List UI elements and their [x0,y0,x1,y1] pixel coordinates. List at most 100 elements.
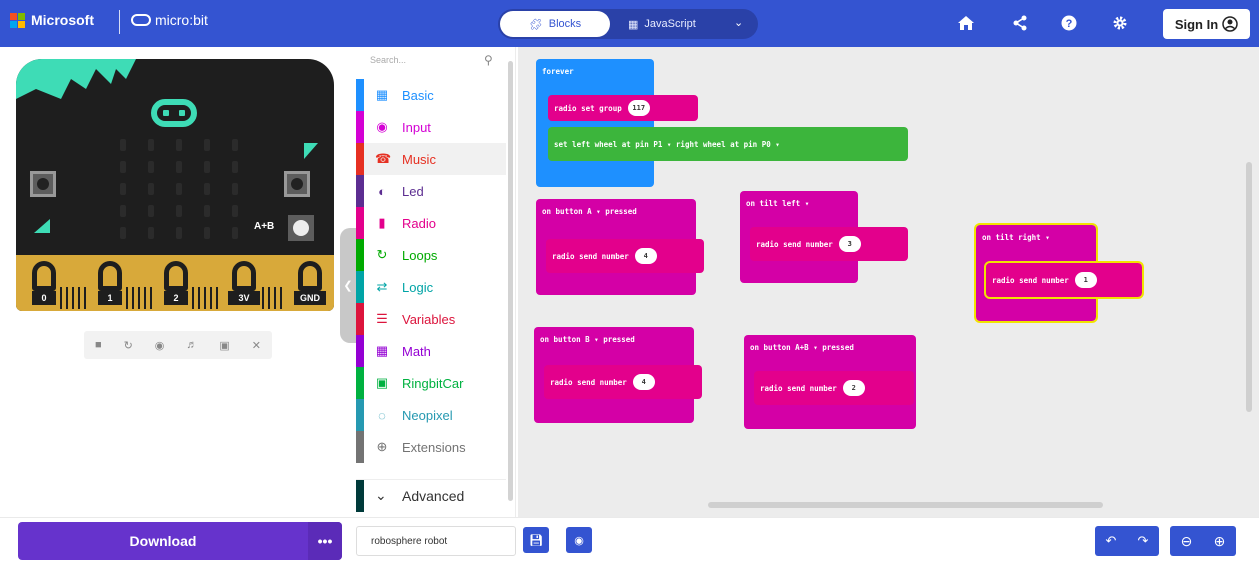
search-icon[interactable]: ⚲ [484,53,493,67]
microbit-simulator[interactable]: A+B 0 1 2 3V GND [16,59,334,311]
radio-send-number-label: radio send number [756,239,833,249]
collapse-simulator-button[interactable]: ❮ [340,228,356,343]
gear-icon[interactable] [1106,9,1134,37]
on-button-b-block[interactable]: on button B ▾ pressed radio send number … [534,327,702,423]
mute-icon[interactable]: ♬ [186,339,197,351]
grid-icon: ▦ [375,87,389,102]
radio-send-number-block[interactable]: radio send number 3 [750,227,908,261]
svg-text:?: ? [1066,18,1073,30]
puzzle-icon: 🧩︎ [528,18,543,31]
more-options-button[interactable]: ••• [308,522,342,560]
category-math[interactable]: ▦ Math [356,335,506,367]
radio-send-number-block[interactable]: radio send number 2 [754,371,914,405]
category-input[interactable]: ◉ Input [356,111,506,143]
button-ab[interactable] [288,215,314,241]
zoom-in-icon[interactable]: ⊕ [1214,533,1226,550]
home-icon[interactable] [952,9,980,37]
zoom-group: ⊖ ⊕ [1170,526,1236,556]
calculator-icon: ▦ [375,343,389,358]
category-label: Music [402,151,436,167]
radio-set-group-label: radio set group [554,103,622,113]
workspace-vertical-scrollbar[interactable] [1246,162,1252,412]
pin-label: 3V [228,291,260,305]
language-dropdown-chevron-icon[interactable]: ⌄ [734,16,743,29]
undo-icon[interactable]: ↶ [1106,533,1117,549]
number-value-field[interactable]: 2 [842,380,865,396]
ring-icon: ◌ [378,407,386,423]
slow-motion-icon[interactable]: ◉ [155,339,165,352]
button-a-indicator-icon [34,219,50,233]
category-neopixel[interactable]: ◌ Neopixel [356,399,506,431]
screenshot-icon[interactable]: ▣ [219,339,229,352]
number-value-field[interactable]: 4 [634,248,657,264]
toolbox-scrollbar[interactable] [508,61,513,501]
save-button[interactable]: 💾︎ [523,527,549,553]
category-extensions[interactable]: ⊕ Extensions [356,431,506,463]
category-variables[interactable]: ☰ Variables [356,303,506,335]
forever-block[interactable]: forever radio set group 117 set left whe… [536,59,908,187]
workspace-horizontal-scrollbar[interactable] [708,502,1103,508]
sign-in-button[interactable]: Sign In [1163,9,1250,39]
category-led[interactable]: ◐ Led [356,175,506,207]
number-value-field[interactable]: 3 [838,236,861,252]
set-wheel-label: set left wheel at pin P1 ▾ right wheel a… [554,139,780,149]
top-bar: Microsoft micro:bit 🧩︎ Blocks ▦ JavaScri… [0,0,1259,47]
tab-blocks[interactable]: 🧩︎ Blocks [500,11,610,37]
category-label: RingbitCar [402,375,464,391]
blocks-workspace[interactable]: forever radio set group 117 set left whe… [518,47,1259,517]
toolbox-search-input[interactable]: Search... [370,55,490,75]
on-button-a-block[interactable]: on button A ▾ pressed radio send number … [536,199,704,295]
category-advanced[interactable]: ⌄ Advanced [356,479,506,512]
download-button[interactable]: Download ••• [18,522,342,560]
brand-name: Microsoft [31,12,94,28]
number-value-field[interactable]: 4 [632,374,655,390]
category-music[interactable]: ☎ Music [356,143,506,175]
category-logic[interactable]: ⇄ Logic [356,271,506,303]
radio-send-number-block[interactable]: radio send number 4 [546,239,704,273]
radio-send-number-block[interactable]: radio send number 4 [544,365,702,399]
on-tilt-right-label: on tilt right ▾ [982,233,1050,242]
help-icon[interactable]: ? [1055,9,1083,37]
signal-icon: ▮ [378,215,386,230]
pin-gnd[interactable] [298,261,322,291]
pin-1[interactable] [98,261,122,291]
redo-icon[interactable]: ↷ [1138,533,1149,549]
on-button-ab-block[interactable]: on button A+B ▾ pressed radio send numbe… [744,335,916,429]
radio-send-number-label: radio send number [552,251,629,261]
category-radio[interactable]: ▮ Radio [356,207,506,239]
project-name-input[interactable]: robosphere robot [356,526,516,556]
pin-0[interactable] [32,261,56,291]
github-button[interactable]: ◉ [566,527,592,553]
set-wheel-block[interactable]: set left wheel at pin P1 ▾ right wheel a… [548,127,908,161]
undo-redo-group: ↶ ↷ [1095,526,1159,556]
category-label: Variables [402,311,456,327]
download-label: Download [129,533,197,549]
microbit-brand[interactable]: micro:bit [131,12,208,28]
restart-icon[interactable]: ↻ [124,339,133,352]
on-tilt-left-block[interactable]: on tilt left ▾ radio send number 3 [740,191,908,283]
radio-send-number-block[interactable]: radio send number 1 [984,261,1144,299]
button-a[interactable] [30,171,56,197]
pin-label: 1 [98,291,122,305]
pin-2[interactable] [164,261,188,291]
fullscreen-icon[interactable]: ✕ [252,339,261,352]
category-loops[interactable]: ↻ Loops [356,239,506,271]
category-label: Basic [402,87,434,103]
radio-send-number-label: radio send number [992,275,1069,285]
pin-3v[interactable] [232,261,256,291]
tab-javascript[interactable]: ▦ JavaScript [628,11,696,37]
stop-icon[interactable]: ■ [95,339,102,351]
on-button-a-label: on button A ▾ pressed [542,207,637,216]
share-icon[interactable] [1006,9,1034,37]
button-b[interactable] [284,171,310,197]
number-value-field[interactable]: 1 [1074,272,1097,288]
radio-set-group-block[interactable]: radio set group 117 [548,95,698,121]
on-tilt-right-block[interactable]: on tilt right ▾ radio send number 1 [974,223,1144,323]
category-basic[interactable]: ▦ Basic [356,79,506,111]
group-value-field[interactable]: 117 [627,100,650,116]
category-ringbitcar[interactable]: ▣ RingbitCar [356,367,506,399]
button-b-indicator-icon [304,143,318,159]
zoom-out-icon[interactable]: ⊖ [1181,533,1193,550]
target-icon: ◉ [376,119,388,134]
microsoft-brand[interactable]: Microsoft [10,12,94,28]
